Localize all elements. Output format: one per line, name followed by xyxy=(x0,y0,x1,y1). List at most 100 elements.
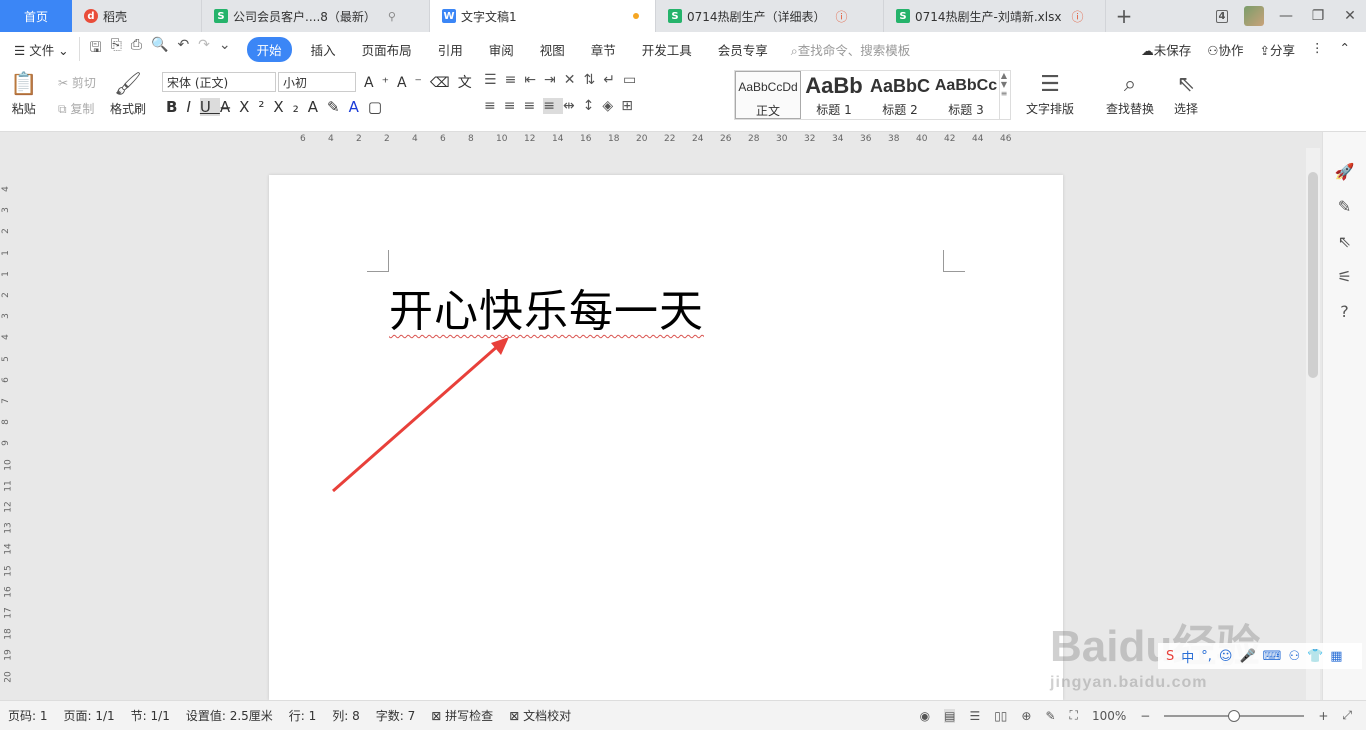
collab-button[interactable]: ⚇协作 xyxy=(1207,40,1243,59)
italic-icon[interactable]: I xyxy=(186,98,199,116)
status-row[interactable]: 行: 1 xyxy=(281,707,325,724)
tab-home[interactable]: 首页 xyxy=(0,0,72,32)
ime-punct-icon[interactable]: °, xyxy=(1201,649,1212,664)
char-border-icon[interactable]: ▢ xyxy=(368,98,391,116)
tab-company-members[interactable]: S 公司会员客户....8（最新） ⚲ xyxy=(202,0,430,32)
close-icon[interactable]: ✕ xyxy=(1334,8,1366,24)
ime-mode-icon[interactable]: 中 xyxy=(1181,647,1194,666)
status-page-number[interactable]: 页码: 1 xyxy=(0,707,56,724)
subscript-icon[interactable]: X₂ xyxy=(273,98,307,116)
underline-icon[interactable]: U xyxy=(199,98,220,116)
line-spacing-icon[interactable]: ↕ xyxy=(583,98,603,114)
status-words[interactable]: 字数: 7 xyxy=(368,707,424,724)
decrease-indent-icon[interactable]: ⇤ xyxy=(524,72,544,88)
style-heading2[interactable]: AaBbC 标题 2 xyxy=(867,71,933,119)
distribute-icon[interactable]: ⇹ xyxy=(563,98,583,114)
redo-icon[interactable]: ↷ xyxy=(198,37,210,61)
table-tools-icon[interactable]: ▭ xyxy=(623,72,644,88)
tab-developer[interactable]: 开发工具 xyxy=(629,40,705,59)
shading-icon[interactable]: ◈ xyxy=(602,98,621,114)
zoom-slider-handle[interactable] xyxy=(1228,709,1241,722)
web-view-icon[interactable]: ⊕ xyxy=(1021,709,1031,723)
font-name-select[interactable]: 宋体 (正文) xyxy=(162,72,276,92)
show-marks-icon[interactable]: ↵ xyxy=(603,72,623,88)
style-heading3[interactable]: AaBbCc 标题 3 xyxy=(933,71,999,119)
fullscreen-icon[interactable]: ⤢ xyxy=(1342,708,1352,723)
align-center-icon[interactable]: ≡ xyxy=(504,98,524,114)
align-right-icon[interactable]: ≡ xyxy=(523,98,543,114)
style-scroll[interactable]: ▲ ▼ ≡ xyxy=(999,71,1008,119)
tab-view[interactable]: 视图 xyxy=(527,40,578,59)
customize-icon[interactable]: ⌄ xyxy=(219,37,231,61)
print-icon[interactable]: ⎙ xyxy=(131,37,142,61)
ime-user-icon[interactable]: ⚇ xyxy=(1288,649,1300,664)
text-layout-button[interactable]: ☰ 文字排版 xyxy=(1026,70,1074,117)
justify-icon[interactable]: ≡ xyxy=(543,98,563,114)
eye-protection-icon[interactable]: ◉ xyxy=(920,709,930,723)
status-pages[interactable]: 页面: 1/1 xyxy=(56,707,123,724)
spell-check-button[interactable]: ⊠ 拼写检查 xyxy=(423,707,501,724)
bold-icon[interactable]: B xyxy=(166,98,186,116)
increase-indent-icon[interactable]: ⇥ xyxy=(544,72,564,88)
text-effect-icon[interactable]: A xyxy=(308,98,327,116)
zoom-level[interactable]: 100% xyxy=(1092,709,1126,723)
file-menu[interactable]: ☰ 文件 ⌄ xyxy=(0,40,79,59)
format-painter-button[interactable]: 🖌 格式刷 xyxy=(110,70,146,117)
pin-icon[interactable]: ⚲ xyxy=(388,10,396,23)
undo-icon[interactable]: ↶ xyxy=(177,37,189,61)
pointer-icon[interactable]: ⇖ xyxy=(1338,232,1351,251)
numbering-icon[interactable]: ≡ xyxy=(505,72,525,88)
tab-member[interactable]: 会员专享 xyxy=(705,40,781,59)
tab-chapter[interactable]: 章节 xyxy=(578,40,629,59)
window-list-button[interactable]: 4 xyxy=(1206,9,1238,23)
tab-hot-drama-detail[interactable]: S 0714热剧生产（详细表） ⓘ xyxy=(656,0,884,32)
font-color-icon[interactable]: A xyxy=(349,98,368,116)
zoom-slider[interactable] xyxy=(1164,709,1305,722)
minimize-icon[interactable]: — xyxy=(1270,8,1302,24)
tab-writer-doc1[interactable]: W 文字文稿1 xyxy=(430,0,656,32)
ime-float-toolbar[interactable]: S 中 °, ☺ 🎤 ⌨ ⚇ 👕 ▦ xyxy=(1158,643,1362,669)
strikethrough-icon[interactable]: A̶ xyxy=(220,98,239,116)
clear-format-icon[interactable]: ⌫ xyxy=(430,75,458,91)
vertical-scrollbar[interactable] xyxy=(1306,148,1320,700)
ime-menu-icon[interactable]: ▦ xyxy=(1330,649,1342,664)
horizontal-ruler[interactable]: 6 4 2 2 4 6 8 10 12 14 16 18 20 22 24 26 28 30 32 34 36 38 40 4… xyxy=(268,132,1064,148)
paste-button[interactable]: 📋 粘贴 xyxy=(10,70,37,117)
status-section[interactable]: 节: 1/1 xyxy=(123,707,178,724)
more-icon[interactable]: ⋮ xyxy=(1311,40,1324,59)
tab-insert[interactable]: 插入 xyxy=(298,40,349,59)
write-view-icon[interactable]: ✎ xyxy=(1045,709,1055,723)
restore-icon[interactable]: ❐ xyxy=(1302,8,1334,24)
document-page[interactable]: 开心快乐每一天 xyxy=(269,175,1063,700)
tab-daoke[interactable]: d 稻壳 xyxy=(72,0,202,32)
tab-review[interactable]: 审阅 xyxy=(476,40,527,59)
zoom-in-icon[interactable]: + xyxy=(1318,709,1328,723)
tab-start[interactable]: 开始 xyxy=(246,36,292,62)
unsaved-button[interactable]: ☁未保存 xyxy=(1141,40,1191,59)
reading-view-icon[interactable]: ▯▯ xyxy=(994,709,1007,723)
scroll-thumb[interactable] xyxy=(1308,172,1318,378)
pen-icon[interactable]: ✎ xyxy=(1338,197,1351,216)
fit-page-icon[interactable]: ⛶ xyxy=(1070,708,1078,723)
status-col[interactable]: 列: 8 xyxy=(324,707,368,724)
ime-emoji-icon[interactable]: ☺ xyxy=(1219,649,1233,664)
status-setting[interactable]: 设置值: 2.5厘米 xyxy=(178,707,281,724)
grow-font-icon[interactable]: A⁺ xyxy=(364,75,397,91)
tab-hot-drama-liu[interactable]: S 0714热剧生产-刘靖新.xlsx ⓘ xyxy=(884,0,1106,32)
style-normal[interactable]: AaBbCcDd 正文 xyxy=(735,71,801,119)
align-left-icon[interactable]: ≡ xyxy=(484,98,504,114)
borders-icon[interactable]: ⊞ xyxy=(621,98,641,114)
cut-button[interactable]: ✂ 剪切 xyxy=(58,74,96,91)
zoom-out-icon[interactable]: − xyxy=(1140,709,1150,723)
ime-skin-icon[interactable]: 👕 xyxy=(1307,649,1323,664)
superscript-icon[interactable]: X² xyxy=(239,98,273,116)
select-button[interactable]: ⇖ 选择 xyxy=(1174,70,1198,117)
export-icon[interactable]: ⎘ xyxy=(111,37,122,61)
avatar[interactable] xyxy=(1238,6,1270,26)
chinese-layout-icon[interactable]: ✕ xyxy=(564,72,584,88)
phonetic-icon[interactable]: 文 xyxy=(458,75,480,91)
help-icon[interactable]: ? xyxy=(1340,302,1349,321)
vertical-ruler[interactable]: 4 3 2 1 1 2 3 4 5 6 7 8 9 10 11 12 13 14 15 16 17 18 19 20 xyxy=(0,148,14,700)
tab-references[interactable]: 引用 xyxy=(425,40,476,59)
style-heading1[interactable]: AaBb 标题 1 xyxy=(801,71,867,119)
